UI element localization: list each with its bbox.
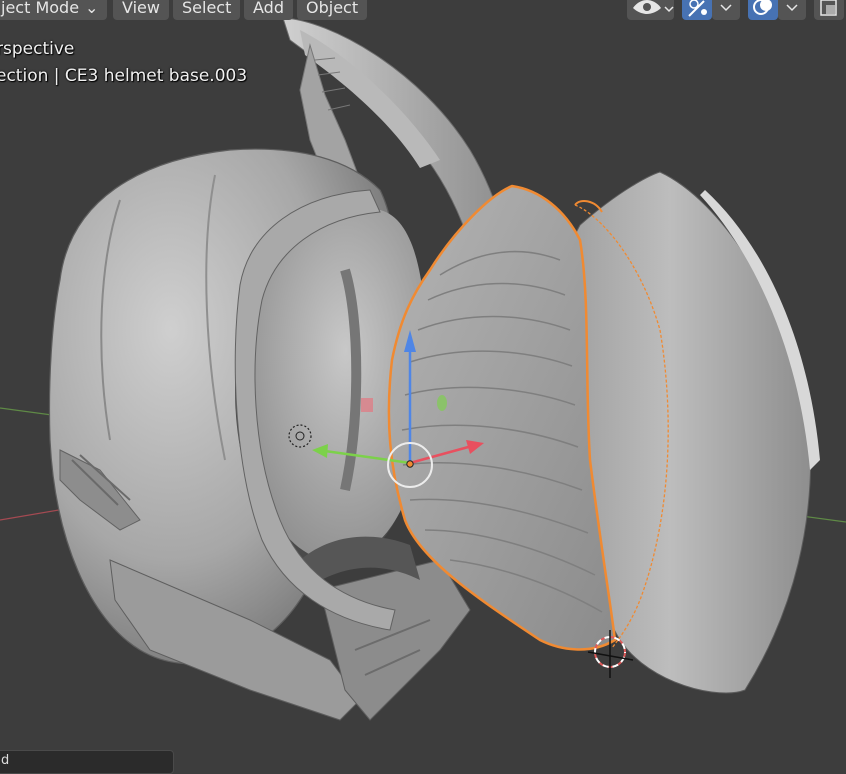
add-menu[interactable]: Add	[244, 0, 293, 20]
gizmo-xy-plane[interactable]	[437, 395, 447, 411]
overlays-dropdown[interactable]	[778, 0, 806, 20]
gizmo-xz-plane[interactable]	[361, 398, 373, 412]
visibility-toggle[interactable]	[627, 0, 674, 20]
eye-icon	[633, 0, 674, 14]
chevron-down-icon: ⌄	[85, 0, 99, 17]
object-menu[interactable]: Object	[297, 0, 368, 20]
3d-viewport[interactable]	[0, 0, 846, 766]
origin-icon	[406, 460, 414, 468]
mode-selector[interactable]: ject Mode ⌄	[0, 0, 108, 20]
gizmo-toggle[interactable]	[682, 0, 712, 20]
xray-icon	[820, 0, 837, 16]
mode-label: ject Mode	[1, 0, 80, 17]
chevron-down-icon	[786, 4, 798, 12]
last-operation-panel[interactable]: d	[0, 750, 174, 774]
overlays-icon	[753, 0, 772, 15]
overlays-toggle[interactable]	[748, 0, 778, 20]
view-menu[interactable]: View	[113, 0, 169, 20]
xray-toggle[interactable]	[814, 0, 844, 20]
chevron-down-icon	[720, 4, 732, 12]
view-name-label: rspective	[0, 39, 75, 59]
select-menu[interactable]: Select	[173, 0, 241, 20]
collection-info-label: ection | CE3 helmet base.003	[0, 66, 248, 86]
gizmo-dropdown[interactable]	[712, 0, 740, 20]
gizmo-icon	[688, 0, 707, 17]
